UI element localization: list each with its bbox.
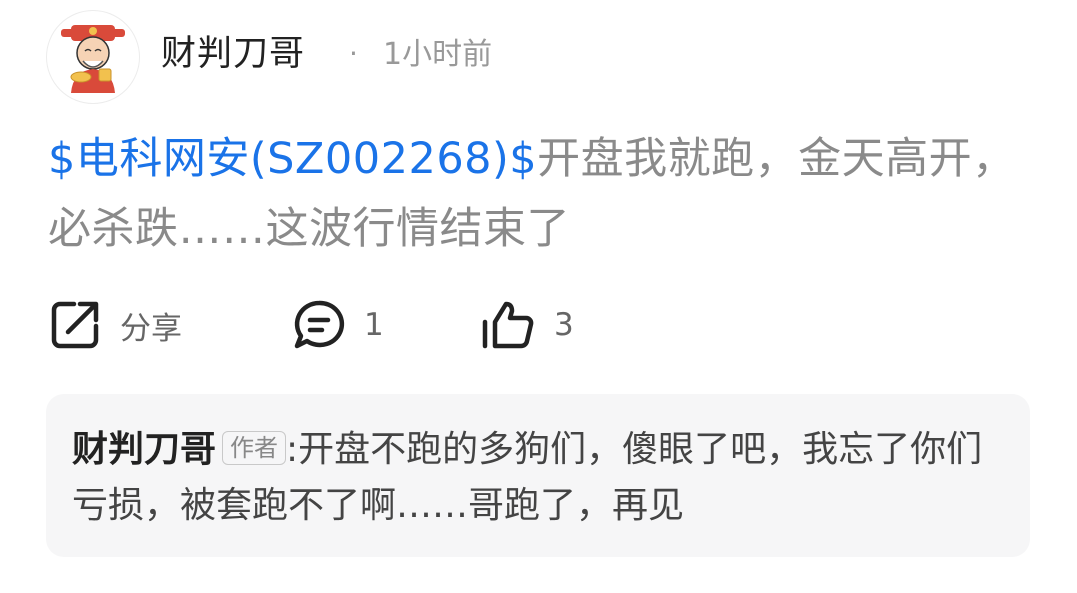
caishen-avatar-icon [61, 25, 125, 93]
post-body: $电科网安(SZ002268)$开盘我就跑，金天高开，必杀跌……这波行情结束了 [48, 124, 1038, 264]
post-time: 1小时前 [383, 37, 493, 72]
comment-button[interactable]: 1 [292, 298, 384, 352]
avatar[interactable] [46, 10, 140, 104]
author-badge: 作者 [222, 431, 287, 465]
share-icon [51, 301, 99, 349]
like-button[interactable]: 3 [480, 298, 574, 352]
like-icon [482, 301, 534, 349]
share-button[interactable]: 分享 [48, 298, 182, 352]
comment-author[interactable]: 财判刀哥 [72, 429, 216, 470]
author-name[interactable]: 财判刀哥 [161, 30, 305, 78]
comment-preview[interactable]: 财判刀哥 作者:开盘不跑的多狗们，傻眼了吧，我忘了你们亏损，被套跑不了啊……哥跑了… [46, 394, 1030, 557]
stock-link[interactable]: $电科网安(SZ002268)$ [48, 134, 537, 184]
comment-colon: : [286, 429, 299, 470]
comment-icon [294, 300, 345, 349]
comment-text-block: 财判刀哥 作者:开盘不跑的多狗们，傻眼了吧，我忘了你们亏损，被套跑不了啊……哥跑了… [72, 422, 1002, 534]
like-count: 3 [554, 307, 574, 343]
share-label: 分享 [120, 310, 182, 347]
separator-dot: · [349, 37, 358, 70]
comment-count: 1 [364, 307, 384, 343]
